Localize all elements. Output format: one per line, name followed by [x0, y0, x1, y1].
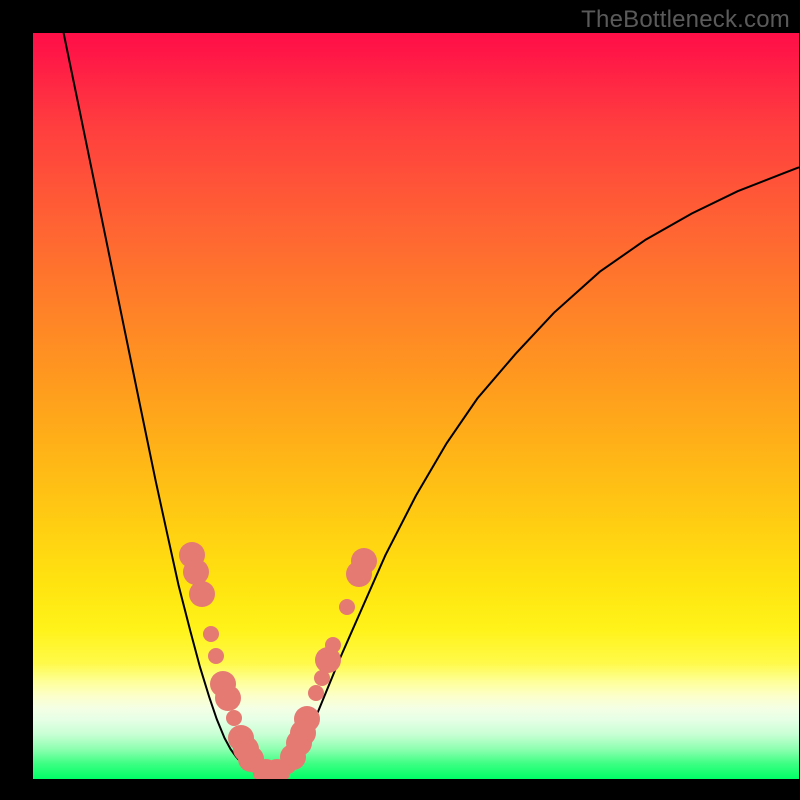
marker-dot — [208, 648, 224, 664]
marker-dot — [351, 548, 377, 574]
bottleneck-curve — [33, 33, 799, 779]
marker-dot — [203, 626, 219, 642]
plot-area — [33, 33, 799, 779]
marker-dot — [189, 581, 215, 607]
marker-dot — [325, 637, 341, 653]
marker-dot — [215, 685, 241, 711]
marker-dot — [226, 710, 242, 726]
watermark-text: TheBottleneck.com — [581, 6, 790, 34]
chart-stage: TheBottleneck.com — [0, 0, 800, 800]
